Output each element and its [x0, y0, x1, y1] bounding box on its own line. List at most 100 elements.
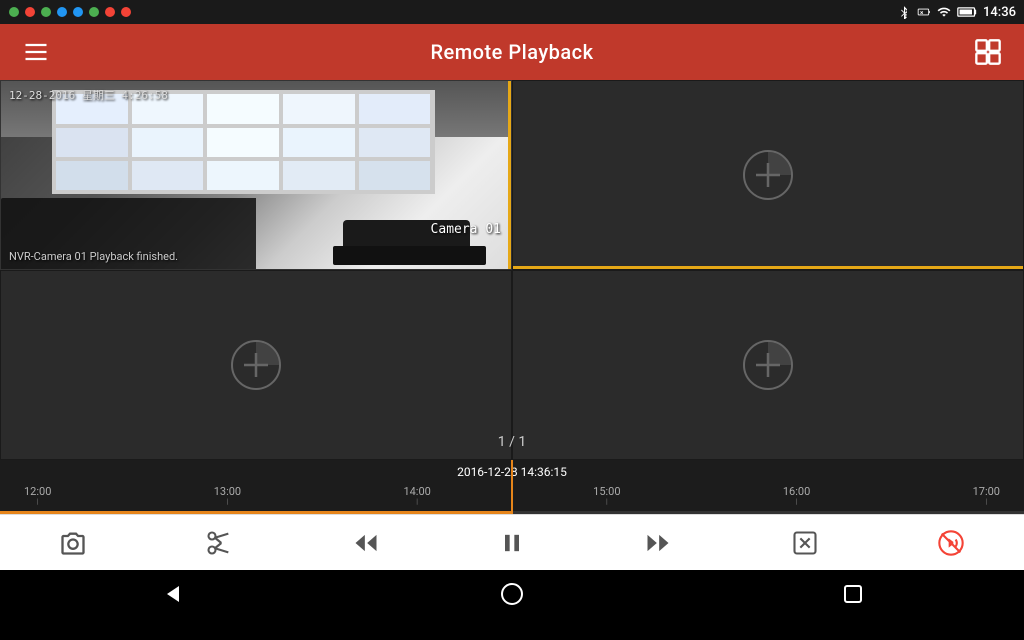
wp7 [132, 128, 204, 157]
fast-forward-icon [644, 529, 672, 557]
timestamp-overlay: 12-28-2016 星期三 4:26:58 [9, 87, 168, 103]
camera-name-overlay: Camera 01 [431, 222, 501, 237]
status-icon-2 [24, 6, 36, 18]
screenshot-button[interactable] [45, 515, 101, 571]
active-border-right [508, 81, 511, 269]
mute-icon [937, 529, 965, 557]
scene-window-bg [52, 90, 435, 193]
active-border-bottom [513, 266, 1023, 269]
split-screen-icon [974, 38, 1002, 66]
tl-tick-1600: | [796, 498, 798, 506]
mute-button[interactable] [923, 515, 979, 571]
tl-text-1300: 13:00 [214, 485, 241, 498]
timeline-label-1400: 14:00 | [403, 485, 430, 506]
tl-tick-1200: | [37, 498, 39, 506]
nav-bar [0, 570, 1024, 618]
video-cell-2[interactable] [512, 80, 1024, 270]
timeline-label-1600: 16:00 | [783, 485, 810, 506]
timeline-progress-bar [0, 511, 512, 514]
home-circle-icon [500, 582, 524, 606]
back-button[interactable] [151, 574, 191, 614]
bottom-toolbar [0, 514, 1024, 570]
video-cell-3[interactable] [0, 270, 512, 460]
timeline-label-1300: 13:00 | [214, 485, 241, 506]
status-icon-8 [120, 6, 132, 18]
video-cell-1[interactable]: 12-28-2016 星期三 4:26:58 Camera 01 NVR-Cam… [0, 80, 512, 270]
pause-button[interactable] [484, 515, 540, 571]
camera-icon [59, 529, 87, 557]
wp15 [359, 161, 431, 190]
hamburger-icon [22, 38, 50, 66]
status-icon-5 [72, 6, 84, 18]
status-right-icons: 14:36 [897, 5, 1016, 20]
tl-text-1600: 16:00 [783, 485, 810, 498]
timeline[interactable]: 2016-12-28 14:36:15 12:00 | 13:00 | 14:0… [0, 460, 1024, 514]
back-arrow-icon [159, 582, 183, 606]
tl-text-1400: 14:00 [403, 485, 430, 498]
recents-square-icon [841, 582, 865, 606]
camera-status-overlay: NVR-Camera 01 Playback finished. [9, 250, 178, 263]
tl-tick-1300: | [227, 498, 229, 506]
tl-tick-1500: | [606, 498, 608, 506]
status-icon-4 [56, 6, 68, 18]
timeline-label-1700: 17:00 | [973, 485, 1000, 506]
wp9 [283, 128, 355, 157]
tl-text-1500: 15:00 [593, 485, 620, 498]
add-camera-svg-2 [740, 147, 796, 203]
menu-button[interactable] [16, 32, 56, 72]
add-camera-icon-4[interactable] [740, 337, 796, 393]
split-screen-button[interactable] [968, 32, 1008, 72]
status-icon-6 [88, 6, 100, 18]
status-icon-1 [8, 6, 20, 18]
timeline-label-1200: 12:00 | [24, 485, 51, 506]
tl-tick-1400: | [416, 498, 418, 506]
wp14 [283, 161, 355, 190]
video-grid: 12-28-2016 星期三 4:26:58 Camera 01 NVR-Cam… [0, 80, 1024, 460]
app-title: Remote Playback [430, 40, 593, 64]
bookmark-button[interactable] [777, 515, 833, 571]
home-button[interactable] [492, 574, 532, 614]
add-camera-icon-2[interactable] [740, 147, 796, 203]
scene-car-body [333, 246, 486, 265]
rewind-button[interactable] [338, 515, 394, 571]
app-bar: Remote Playback [0, 24, 1024, 80]
battery-x-icon [917, 5, 931, 19]
tl-tick-1700: | [985, 498, 987, 506]
status-left-icons [8, 6, 132, 18]
time-display: 14:36 [983, 5, 1016, 20]
battery-full-icon [957, 5, 977, 19]
wp8 [207, 128, 279, 157]
bluetooth-icon [897, 5, 911, 19]
camera-scene [1, 81, 511, 269]
wp12 [132, 161, 204, 190]
add-camera-svg-4 [740, 337, 796, 393]
clip-button[interactable] [191, 515, 247, 571]
page-indicator: 1 / 1 [498, 434, 526, 450]
wp10 [359, 128, 431, 157]
recents-button[interactable] [833, 574, 873, 614]
wp13 [207, 161, 279, 190]
timeline-label-1500: 15:00 | [593, 485, 620, 506]
bookmark-x-icon [791, 529, 819, 557]
wp5 [359, 94, 431, 123]
timeline-cursor [511, 460, 513, 514]
timeline-remaining-bar [512, 511, 1024, 514]
wp4 [283, 94, 355, 123]
pause-icon [498, 529, 526, 557]
add-camera-svg-3 [228, 337, 284, 393]
fastforward-button[interactable] [630, 515, 686, 571]
window-grid [52, 90, 435, 193]
wp11 [56, 161, 128, 190]
add-camera-icon-3[interactable] [228, 337, 284, 393]
tl-text-1200: 12:00 [24, 485, 51, 498]
wp3 [207, 94, 279, 123]
rewind-icon [352, 529, 380, 557]
status-icon-7 [104, 6, 116, 18]
scissors-icon [205, 529, 233, 557]
video-cell-4[interactable] [512, 270, 1024, 460]
tl-text-1700: 17:00 [973, 485, 1000, 498]
wifi-icon [937, 5, 951, 19]
wp6 [56, 128, 128, 157]
status-icon-3 [40, 6, 52, 18]
status-bar: 14:36 [0, 0, 1024, 24]
